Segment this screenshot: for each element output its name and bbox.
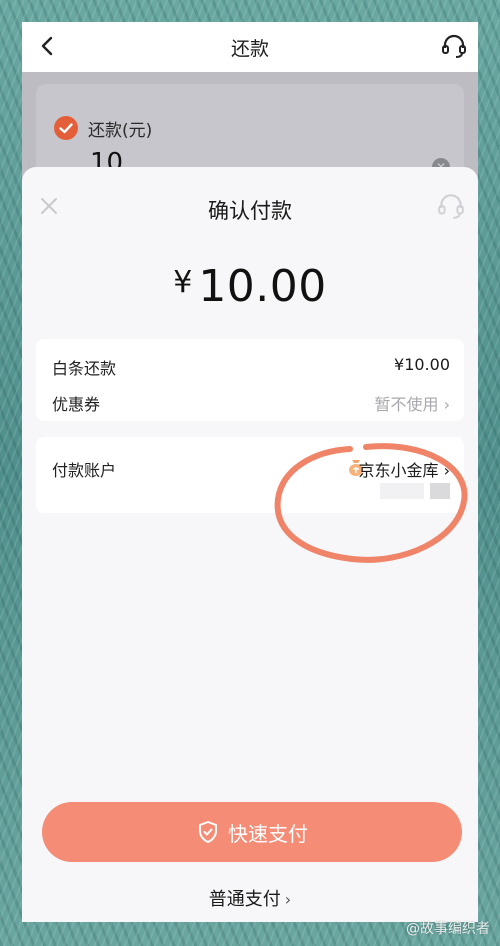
payment-account-card[interactable]: 付款账户 京东小金库 › [36, 437, 464, 513]
coupon-selector[interactable]: 暂不使用 › [375, 391, 451, 415]
payment-details-card: 白条还款 ¥10.00 优惠券 暂不使用 › [36, 339, 464, 421]
payment-account-value[interactable]: 京东小金库 › [359, 457, 451, 481]
quick-pay-button[interactable]: 快速支付 [42, 802, 462, 862]
masked-account-number [430, 483, 450, 499]
amount-value: 10.00 [198, 261, 327, 312]
masked-account-number [380, 483, 424, 499]
top-nav-bar: 还款 [22, 22, 478, 72]
payment-amount: ¥10.00 [22, 261, 478, 312]
watermark: @故事编织者 [406, 921, 490, 937]
currency-symbol: ¥ [173, 265, 193, 300]
chevron-right-icon: › [284, 890, 292, 909]
customer-service-icon[interactable] [436, 191, 466, 221]
sheet-title: 确认付款 [208, 199, 292, 223]
phone-screen: 还款 还款(元) 10 ✕ 确认付款 ¥10.00 [22, 22, 478, 922]
checked-checkbox-icon [54, 116, 78, 140]
normal-pay-label: 普通支付 [208, 889, 281, 910]
baitiao-repayment-value: ¥10.00 [394, 355, 450, 374]
baitiao-repayment-label: 白条还款 [52, 359, 117, 378]
quick-pay-label: 快速支付 [228, 821, 308, 846]
normal-pay-link[interactable]: 普通支付 › [22, 885, 478, 911]
shield-check-icon [199, 821, 217, 843]
repayment-label: 还款(元) [88, 121, 153, 141]
confirm-payment-sheet: 确认付款 ¥10.00 白条还款 ¥10.00 优惠券 暂不使用 › 付款账户 … [22, 167, 478, 922]
customer-service-icon[interactable] [440, 32, 468, 60]
coupon-label: 优惠券 [52, 395, 101, 414]
page-title: 还款 [230, 38, 269, 60]
payment-account-label: 付款账户 [52, 461, 117, 480]
